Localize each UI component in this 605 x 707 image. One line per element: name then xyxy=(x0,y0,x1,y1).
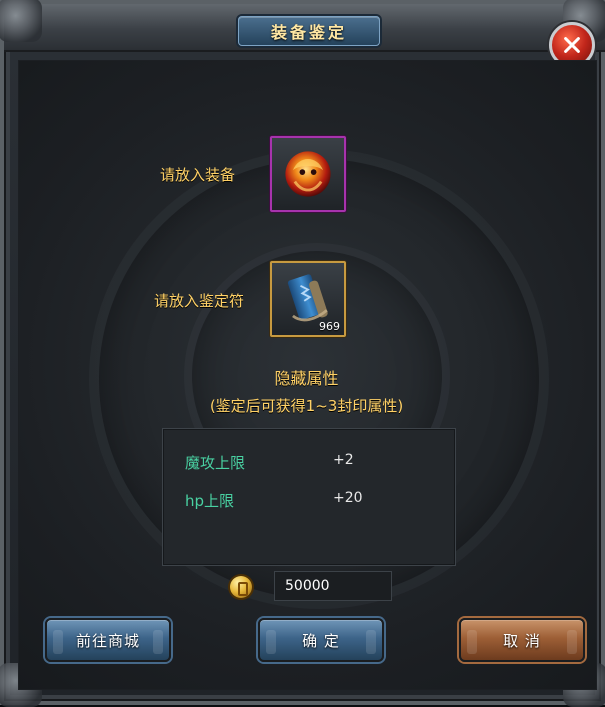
attribute-value: +2 xyxy=(333,452,354,468)
equip-slot[interactable] xyxy=(270,136,346,212)
corner-ornament-top-left xyxy=(0,0,42,42)
attribute-name: 魔攻上限 xyxy=(185,454,246,472)
hidden-attributes-title: 隐藏属性 xyxy=(274,369,339,388)
attributes-panel: 魔攻上限 +2 hp上限 +20 xyxy=(162,428,456,566)
go-to-shop-label: 前往商城 xyxy=(75,631,140,650)
cost-amount: 50000 xyxy=(274,571,392,601)
attribute-name: hp上限 xyxy=(185,492,235,510)
hidden-attributes-note: (鉴定后可获得1~3封印属性) xyxy=(209,397,404,415)
button-cap-left xyxy=(467,630,477,654)
title-bar: 装备鉴定 xyxy=(4,4,605,52)
button-cap-right xyxy=(567,630,577,654)
confirm-button[interactable]: 确 定 xyxy=(258,618,384,662)
charm-quantity: 969 xyxy=(319,320,340,333)
charm-slot[interactable]: 969 xyxy=(270,261,346,337)
equip-slot-label: 请放入装备 xyxy=(160,166,236,184)
button-cap-right xyxy=(153,630,163,654)
title-plate: 装备鉴定 xyxy=(238,16,380,46)
appraisal-window: 装备鉴定 请放入装备 请放入鉴定符 969 隐藏属性 (鉴定后可获得1~3封印属… xyxy=(0,0,605,707)
cancel-button[interactable]: 取 消 xyxy=(459,618,585,662)
button-cap-left xyxy=(53,630,63,654)
attribute-row: hp上限 +20 xyxy=(163,490,455,514)
go-to-shop-button[interactable]: 前往商城 xyxy=(45,618,171,662)
dragon-orb-icon xyxy=(285,151,331,197)
attribute-value: +20 xyxy=(333,490,363,506)
button-cap-left xyxy=(266,630,276,654)
confirm-label: 确 定 xyxy=(302,631,340,650)
cancel-label: 取 消 xyxy=(503,631,541,650)
window-title: 装备鉴定 xyxy=(270,23,347,42)
button-cap-right xyxy=(366,630,376,654)
close-icon xyxy=(564,37,580,53)
attribute-row: 魔攻上限 +2 xyxy=(163,452,455,476)
charm-slot-label: 请放入鉴定符 xyxy=(154,292,245,310)
gold-coin-icon xyxy=(230,576,252,598)
